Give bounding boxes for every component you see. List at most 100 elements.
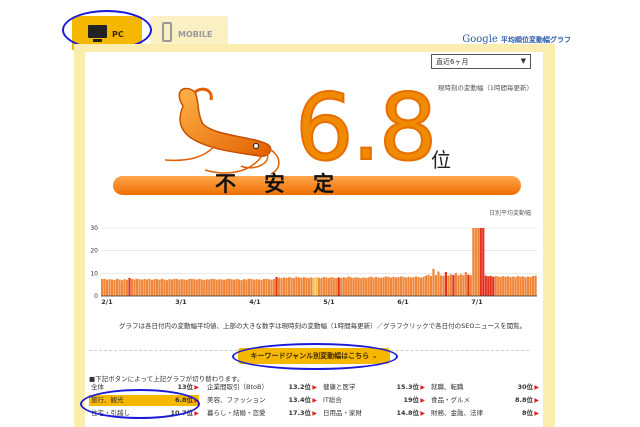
chart-bar[interactable] bbox=[492, 276, 495, 296]
chart-bar[interactable] bbox=[123, 279, 126, 296]
chart-bar[interactable] bbox=[290, 277, 293, 296]
chart-bar[interactable] bbox=[235, 279, 238, 296]
chart-bar[interactable] bbox=[101, 279, 104, 296]
chart-bar[interactable] bbox=[317, 277, 320, 296]
chart-bar[interactable] bbox=[262, 279, 266, 296]
chart-bar[interactable] bbox=[449, 274, 452, 296]
chart-bar[interactable] bbox=[377, 277, 380, 296]
chart-bar[interactable] bbox=[497, 276, 500, 296]
chart-bar[interactable] bbox=[509, 277, 512, 296]
chart-bar[interactable] bbox=[113, 279, 116, 296]
chart-bar[interactable] bbox=[394, 277, 398, 296]
chart-bar[interactable] bbox=[150, 279, 154, 296]
chart-bar[interactable] bbox=[310, 277, 313, 296]
genre-item[interactable]: 食品・グルメ 8.8位 ▶ bbox=[429, 395, 539, 406]
chart-bar[interactable] bbox=[195, 279, 198, 296]
chart-bar[interactable] bbox=[532, 276, 535, 296]
chart-bar[interactable] bbox=[350, 277, 353, 296]
chart-bar[interactable] bbox=[105, 279, 109, 296]
chart-bar[interactable] bbox=[399, 276, 403, 296]
chart-bar[interactable] bbox=[417, 276, 420, 296]
chart-bar[interactable] bbox=[115, 278, 119, 296]
chart-bar[interactable] bbox=[252, 279, 256, 296]
chart-bar[interactable] bbox=[365, 277, 368, 296]
chart-bar[interactable] bbox=[200, 279, 203, 296]
chart-bar[interactable] bbox=[459, 274, 462, 296]
chart-bar[interactable] bbox=[375, 276, 378, 296]
chart-bar[interactable] bbox=[125, 279, 129, 296]
chart-bar[interactable] bbox=[120, 280, 124, 296]
chart-bar[interactable] bbox=[292, 278, 296, 296]
chart-bar[interactable] bbox=[208, 279, 211, 296]
chart-bar[interactable] bbox=[138, 279, 141, 296]
chart-bar[interactable] bbox=[340, 277, 343, 296]
chart-bar[interactable] bbox=[327, 277, 330, 296]
chart-bar[interactable] bbox=[277, 277, 281, 296]
chart-bar[interactable] bbox=[472, 228, 475, 296]
chart-bar[interactable] bbox=[524, 277, 527, 296]
chart-bar[interactable] bbox=[315, 277, 318, 296]
chart-bar[interactable] bbox=[218, 279, 221, 296]
genre-item[interactable]: 暮らし・結婚・恋愛 17.3位 ▶ bbox=[205, 408, 317, 419]
chart-bar[interactable] bbox=[272, 279, 276, 296]
chart-bar[interactable] bbox=[103, 278, 106, 296]
chart-bar[interactable] bbox=[345, 277, 348, 296]
chart-bar[interactable] bbox=[297, 277, 301, 296]
chart-bar[interactable] bbox=[228, 278, 231, 296]
chart-bar[interactable] bbox=[188, 279, 191, 296]
chart-bar[interactable] bbox=[250, 279, 253, 296]
chart-bar[interactable] bbox=[285, 277, 288, 296]
chart-bar[interactable] bbox=[474, 228, 477, 296]
chart-bar[interactable] bbox=[362, 277, 365, 296]
chart-bar[interactable] bbox=[158, 279, 161, 296]
chart-bar[interactable] bbox=[223, 279, 226, 296]
chart-bar[interactable] bbox=[118, 279, 121, 296]
chart-bar[interactable] bbox=[183, 279, 186, 296]
chart-bar[interactable] bbox=[305, 277, 308, 296]
chart-bar[interactable] bbox=[517, 276, 520, 296]
chart-bar[interactable] bbox=[412, 277, 415, 296]
chart-bar[interactable] bbox=[409, 277, 413, 296]
chart-bar[interactable] bbox=[198, 279, 201, 296]
chart-bar[interactable] bbox=[437, 271, 440, 296]
genre-item[interactable]: 健康と医学 15.3位 ▶ bbox=[321, 382, 425, 393]
chart-bar[interactable] bbox=[382, 277, 385, 296]
chart-bar[interactable] bbox=[238, 279, 241, 296]
chart-bar[interactable] bbox=[392, 276, 395, 296]
chart-bar[interactable] bbox=[342, 277, 345, 296]
chart-bar[interactable] bbox=[185, 279, 188, 296]
chart-bar[interactable] bbox=[245, 279, 248, 296]
genre-item[interactable]: IT総合 19位 ▶ bbox=[321, 395, 425, 406]
chart-bar[interactable] bbox=[514, 276, 517, 296]
chart-bar[interactable] bbox=[163, 279, 166, 296]
chart-bar[interactable] bbox=[325, 277, 328, 296]
chart-bar[interactable] bbox=[477, 228, 480, 296]
chart-bar[interactable] bbox=[502, 276, 505, 296]
chart-bar[interactable] bbox=[300, 277, 303, 296]
chart-bar[interactable] bbox=[302, 277, 305, 296]
genre-item[interactable]: 美容、ファッション 13.4位 ▶ bbox=[205, 395, 317, 406]
chart-bar[interactable] bbox=[367, 277, 370, 296]
chart-bar[interactable] bbox=[457, 275, 460, 296]
chart-bar[interactable] bbox=[422, 276, 425, 296]
chart-bar[interactable] bbox=[432, 268, 435, 296]
chart-bar[interactable] bbox=[190, 278, 193, 296]
chart-bar[interactable] bbox=[165, 280, 168, 296]
genre-item[interactable]: 財務、金融、法律 8位 ▶ bbox=[429, 408, 539, 419]
chart-bar[interactable] bbox=[110, 279, 114, 296]
chart-bar[interactable] bbox=[402, 276, 405, 296]
chart-bar[interactable] bbox=[479, 228, 482, 296]
chart-bar[interactable] bbox=[469, 275, 472, 296]
chart-bar[interactable] bbox=[243, 279, 246, 296]
chart-bar[interactable] bbox=[527, 276, 530, 296]
chart-bar[interactable] bbox=[193, 279, 196, 296]
chart-bar[interactable] bbox=[347, 276, 350, 296]
chart-bar[interactable] bbox=[447, 275, 450, 296]
chart-bar[interactable] bbox=[255, 279, 258, 296]
chart-bar[interactable] bbox=[247, 278, 251, 296]
chart-bar[interactable] bbox=[312, 277, 315, 296]
chart-bar[interactable] bbox=[529, 276, 532, 296]
chart-bar[interactable] bbox=[168, 279, 171, 296]
chart-bar[interactable] bbox=[360, 278, 363, 296]
chart-bar[interactable] bbox=[442, 275, 445, 296]
